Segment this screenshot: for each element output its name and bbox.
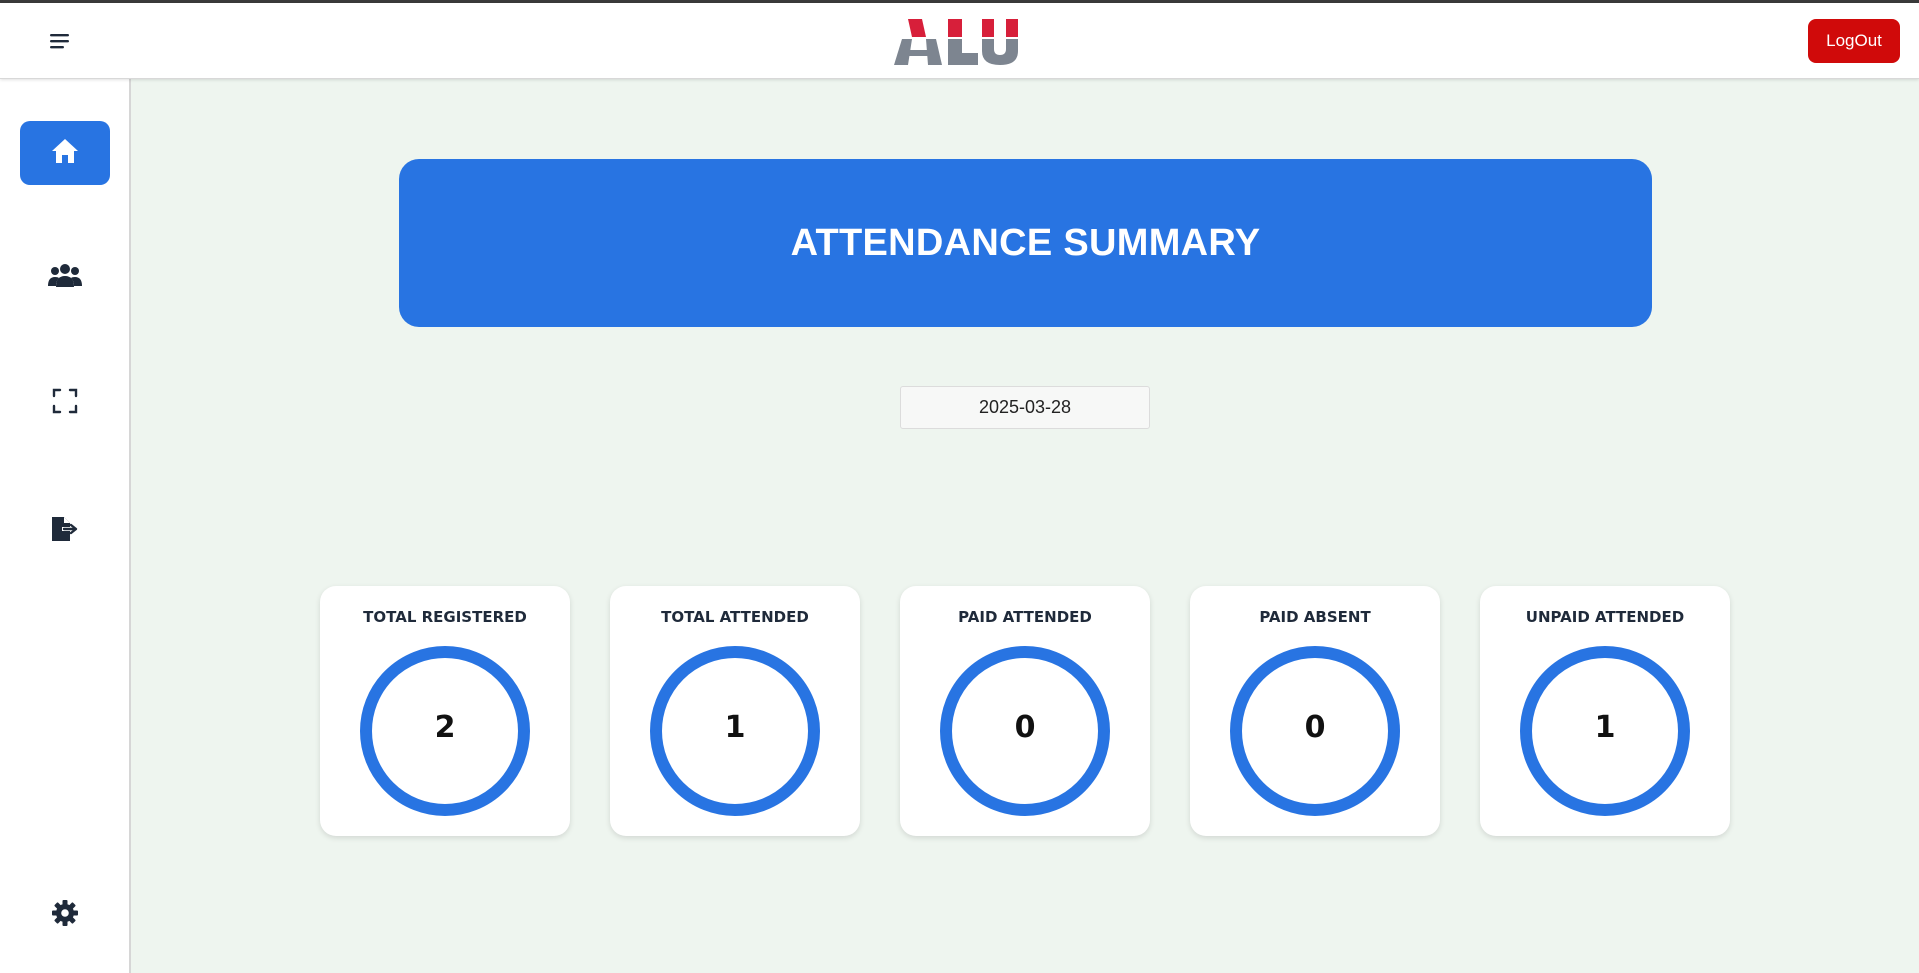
card-label: PAID ATTENDED <box>958 608 1092 626</box>
card-label: UNPAID ATTENDED <box>1525 608 1685 626</box>
alu-logo <box>892 15 1020 67</box>
card-paid-attended: PAID ATTENDED 0 <box>900 586 1150 836</box>
value-ring: 0 <box>940 646 1110 816</box>
top-bar: LogOut <box>0 3 1919 79</box>
card-value: 0 <box>1304 709 1326 745</box>
card-unpaid-attended: UNPAID ATTENDED 1 <box>1480 586 1730 836</box>
sidebar-item-users[interactable] <box>20 245 110 309</box>
card-value: 2 <box>434 709 456 745</box>
main-content: ATTENDANCE SUMMARY TOTAL REGISTERED 2 TO… <box>131 79 1919 973</box>
sidebar <box>0 79 131 973</box>
page-title: ATTENDANCE SUMMARY <box>790 221 1261 264</box>
value-ring: 1 <box>1520 646 1690 816</box>
logout-button[interactable]: LogOut <box>1808 19 1900 63</box>
value-ring: 1 <box>650 646 820 816</box>
scan-icon <box>52 388 78 419</box>
card-value: 1 <box>724 709 746 745</box>
summary-banner: ATTENDANCE SUMMARY <box>399 159 1652 327</box>
card-total-attended: TOTAL ATTENDED 1 <box>610 586 860 836</box>
sidebar-item-scan[interactable] <box>20 371 110 435</box>
card-label: TOTAL ATTENDED <box>661 608 809 626</box>
card-value: 1 <box>1594 709 1616 745</box>
users-icon <box>48 261 82 294</box>
sidebar-item-export[interactable] <box>20 499 110 563</box>
card-paid-absent: PAID ABSENT 0 <box>1190 586 1440 836</box>
value-ring: 2 <box>360 646 530 816</box>
value-ring: 0 <box>1230 646 1400 816</box>
card-value: 0 <box>1014 709 1036 745</box>
gear-icon <box>51 899 79 932</box>
file-export-icon <box>50 515 80 548</box>
card-label: PAID ABSENT <box>1259 608 1371 626</box>
sidebar-item-settings[interactable] <box>20 883 110 947</box>
card-label: TOTAL REGISTERED <box>363 608 527 626</box>
date-picker[interactable] <box>900 386 1150 429</box>
menu-icon[interactable] <box>46 29 74 53</box>
sidebar-item-home[interactable] <box>20 121 110 185</box>
home-icon <box>50 137 80 170</box>
card-total-registered: TOTAL REGISTERED 2 <box>320 586 570 836</box>
